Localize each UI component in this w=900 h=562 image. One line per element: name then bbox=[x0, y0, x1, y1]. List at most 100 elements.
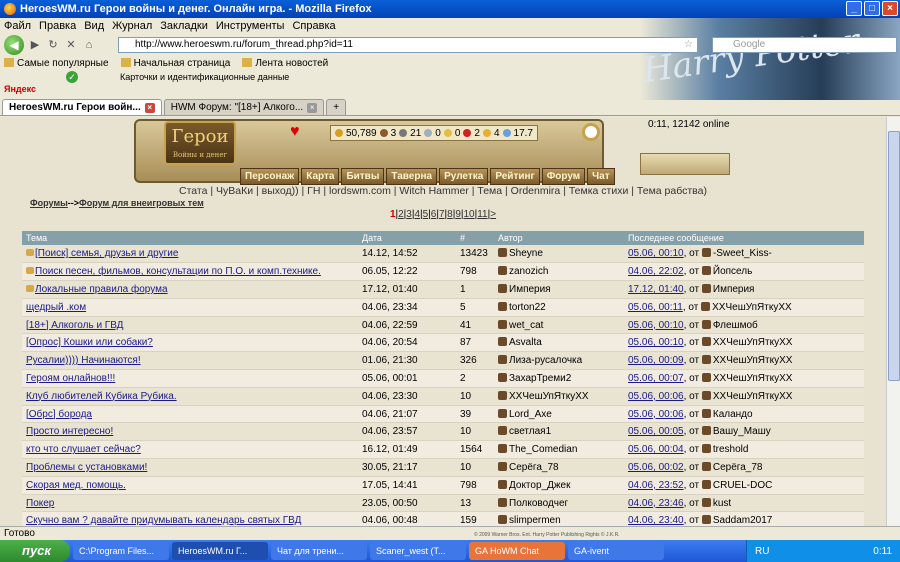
close-window-button[interactable]: × bbox=[882, 1, 898, 16]
ring-icon[interactable] bbox=[582, 123, 600, 141]
topic-link[interactable]: кто что слушает сейчас? bbox=[26, 444, 141, 455]
last-author-name[interactable]: kust bbox=[713, 498, 731, 509]
task-scaner-west[interactable]: Scaner_west (Т... bbox=[370, 542, 466, 560]
topic-link[interactable]: Героям онлайнов!!! bbox=[26, 373, 115, 384]
topic-link[interactable]: [Обрс] борода bbox=[26, 409, 92, 420]
yandex-toolbar[interactable]: Яндекс bbox=[0, 84, 40, 98]
last-author-name[interactable]: Вашу_Машу bbox=[713, 426, 771, 437]
home-icon[interactable]: ⌂ bbox=[82, 38, 96, 52]
menu-edit[interactable]: Правка bbox=[39, 20, 76, 32]
task-chat-training[interactable]: Чат для трени... bbox=[271, 542, 367, 560]
breadcrumb-forums[interactable]: Форумы bbox=[30, 198, 68, 208]
menu-map[interactable]: Карта bbox=[301, 168, 340, 185]
page-link[interactable]: 2 bbox=[398, 209, 404, 220]
last-author-name[interactable]: ХХЧешУпЯткуХХ bbox=[712, 302, 792, 313]
check-icon[interactable]: ✓ bbox=[66, 71, 78, 83]
menu-chat[interactable]: Чат bbox=[587, 168, 615, 185]
last-post-link[interactable]: 05.06, 00:02 bbox=[628, 462, 684, 473]
page-link[interactable]: 7 bbox=[439, 209, 445, 220]
menu-character[interactable]: Персонаж bbox=[240, 168, 300, 185]
address-bar[interactable]: http://www.heroeswm.ru/forum_thread.php?… bbox=[118, 37, 698, 53]
bookmark-start-page[interactable]: Начальная страница bbox=[120, 57, 230, 69]
quick-links[interactable]: Стата | ЧуВаКи | выход)) | ГН | lordswm.… bbox=[0, 185, 886, 197]
task-heroeswm[interactable]: HeroesWM.ru Г... bbox=[172, 542, 268, 560]
author-name[interactable]: Lord_Axe bbox=[509, 409, 552, 420]
page-link[interactable]: 5 bbox=[423, 209, 429, 220]
minimize-button[interactable]: _ bbox=[846, 1, 862, 16]
last-post-link[interactable]: 05.06, 00:11 bbox=[628, 302, 683, 313]
last-author-name[interactable]: ХХЧешУпЯткуХХ bbox=[713, 355, 793, 366]
author-name[interactable]: torton22 bbox=[509, 302, 546, 313]
topic-link[interactable]: [Опрос] Кошки или собаки? bbox=[26, 337, 153, 348]
author-name[interactable]: Серёга_78 bbox=[509, 462, 559, 473]
last-author-name[interactable]: CRUEL-DOC bbox=[713, 480, 772, 491]
last-post-link[interactable]: 04.06, 23:40 bbox=[628, 515, 684, 526]
menu-help[interactable]: Справка bbox=[292, 20, 335, 32]
last-author-name[interactable]: ХХЧешУпЯткуХХ bbox=[713, 391, 793, 402]
last-author-name[interactable]: ХХЧешУпЯткуХХ bbox=[713, 337, 793, 348]
last-post-link[interactable]: 05.06, 00:10 bbox=[628, 248, 684, 259]
topic-link[interactable]: Поиск песен, фильмов, консультации по П.… bbox=[35, 266, 321, 277]
last-author-name[interactable]: -Sweet_Kiss- bbox=[713, 248, 772, 259]
page-link[interactable]: 8 bbox=[447, 209, 453, 220]
topic-link[interactable]: Клуб любителей Кубика Рубика. bbox=[26, 391, 177, 402]
author-name[interactable]: wet_cat bbox=[509, 320, 543, 331]
author-name[interactable]: Полководчег bbox=[509, 498, 568, 509]
topic-link[interactable]: Скучно вам ? давайте придумывать календа… bbox=[26, 515, 301, 526]
topic-link[interactable]: [Поиск] семья, друзья и другие bbox=[35, 248, 178, 259]
maximize-button[interactable]: □ bbox=[864, 1, 880, 16]
author-name[interactable]: ХХЧешУпЯткуХХ bbox=[509, 391, 589, 402]
breadcrumb-current[interactable]: Форум для внеигровых тем bbox=[79, 198, 204, 208]
author-name[interactable]: Лиза-русалочка bbox=[509, 355, 582, 366]
last-post-link[interactable]: 05.06, 00:06 bbox=[628, 391, 684, 402]
topic-link[interactable]: [18+] Алкоголь и ГВД bbox=[26, 320, 123, 331]
topic-link[interactable]: Локальные правила форума bbox=[35, 284, 168, 295]
author-name[interactable]: Империя bbox=[509, 284, 551, 295]
topic-link[interactable]: Покер bbox=[26, 498, 54, 509]
page-link[interactable]: 6 bbox=[431, 209, 437, 220]
last-post-link[interactable]: 05.06, 00:10 bbox=[628, 337, 684, 348]
menu-rating[interactable]: Рейтинг bbox=[490, 168, 540, 185]
menu-tools[interactable]: Инструменты bbox=[216, 20, 285, 32]
menu-bookmarks[interactable]: Закладки bbox=[160, 20, 208, 32]
last-author-name[interactable]: Йопсель bbox=[713, 266, 752, 277]
bookmark-news-feed[interactable]: Лента новостей bbox=[242, 57, 328, 69]
last-author-name[interactable]: Каландо bbox=[713, 409, 753, 420]
last-post-link[interactable]: 05.06, 00:06 bbox=[628, 409, 684, 420]
start-button[interactable]: пуск bbox=[0, 540, 70, 562]
page-link[interactable]: 11 bbox=[477, 209, 487, 220]
cards-identity-button[interactable]: Карточки и идентификационные данные bbox=[120, 72, 289, 82]
task-ga-ivent[interactable]: GA-ivent bbox=[568, 542, 664, 560]
task-program-files[interactable]: C:\Program Files... bbox=[73, 542, 169, 560]
topic-link[interactable]: Проблемы с установками! bbox=[26, 462, 147, 473]
page-scrollbar[interactable] bbox=[886, 117, 900, 526]
last-post-link[interactable]: 05.06, 00:04 bbox=[628, 444, 684, 455]
tab-heroeswm[interactable]: HeroesWM.ru Герои войн... × bbox=[2, 99, 162, 115]
last-author-name[interactable]: Империя bbox=[713, 284, 755, 295]
task-ga-howm-chat[interactable]: GA HoWM Chat bbox=[469, 542, 565, 560]
last-post-link[interactable]: 04.06, 23:46 bbox=[628, 498, 684, 509]
scrollbar-thumb[interactable] bbox=[888, 131, 900, 381]
last-post-link[interactable]: 05.06, 00:07 bbox=[628, 373, 684, 384]
new-tab-button[interactable]: + bbox=[326, 99, 347, 115]
stop-icon[interactable]: ✕ bbox=[64, 38, 78, 52]
topic-link[interactable]: Просто интересно! bbox=[26, 426, 113, 437]
last-post-link[interactable]: 05.06, 00:05 bbox=[628, 426, 684, 437]
menu-file[interactable]: Файл bbox=[4, 20, 31, 32]
author-name[interactable]: Asvalta bbox=[509, 337, 542, 348]
last-author-name[interactable]: ХХЧешУпЯткуХХ bbox=[713, 373, 793, 384]
back-button[interactable]: ◀ bbox=[4, 35, 24, 55]
topic-link[interactable]: щедрый .ком bbox=[26, 302, 86, 313]
last-post-link[interactable]: 17.12, 01:40 bbox=[628, 284, 684, 295]
author-name[interactable]: The_Comedian bbox=[509, 444, 577, 455]
menu-tavern[interactable]: Таверна bbox=[386, 168, 438, 185]
last-author-name[interactable]: Флешмоб bbox=[713, 320, 758, 331]
menu-view[interactable]: Вид bbox=[84, 20, 104, 32]
close-tab-icon[interactable]: × bbox=[307, 102, 318, 113]
author-name[interactable]: светлая1 bbox=[509, 426, 551, 437]
author-name[interactable]: zanozich bbox=[509, 266, 548, 277]
author-name[interactable]: slimpermen bbox=[509, 515, 561, 526]
author-name[interactable]: ЗахарТреми2 bbox=[509, 373, 571, 384]
menu-roulette[interactable]: Рулетка bbox=[439, 168, 489, 185]
menu-forum[interactable]: Форум bbox=[541, 168, 586, 185]
